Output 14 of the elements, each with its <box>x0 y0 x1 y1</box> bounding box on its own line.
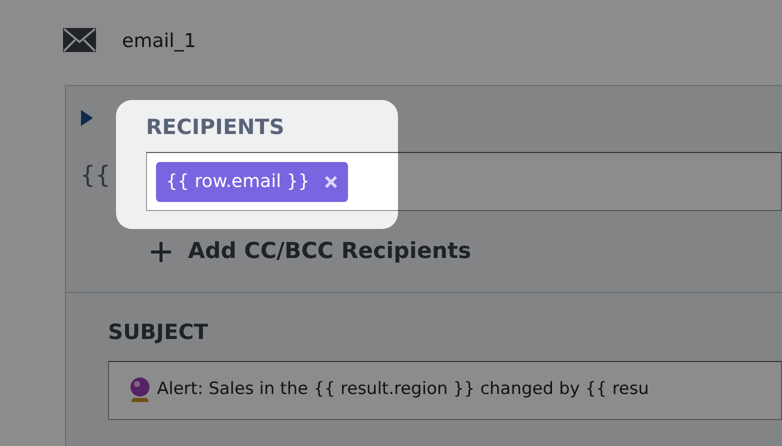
node-name: email_1 <box>122 29 196 54</box>
template-braces: {{ <box>80 160 111 191</box>
recipients-label: RECIPIENTS <box>146 114 286 140</box>
play-icon <box>80 109 94 127</box>
envelope-icon <box>63 28 96 52</box>
recipients-field[interactable]: {{ row.email }} <box>146 152 782 211</box>
subject-text: Alert: Sales in the {{ result.region }} changed by {{ resu <box>157 378 649 402</box>
subject-label: SUBJECT <box>108 319 210 346</box>
close-icon[interactable] <box>324 174 338 188</box>
plus-icon <box>150 240 172 262</box>
chip-text: {{ row.email }} <box>166 170 310 194</box>
add-cc-bcc-button[interactable]: Add CC/BCC Recipients <box>150 235 472 268</box>
subject-field[interactable]: Alert: Sales in the {{ result.region }} changed by {{ resu <box>108 360 782 420</box>
crystal-ball-icon <box>129 377 151 403</box>
